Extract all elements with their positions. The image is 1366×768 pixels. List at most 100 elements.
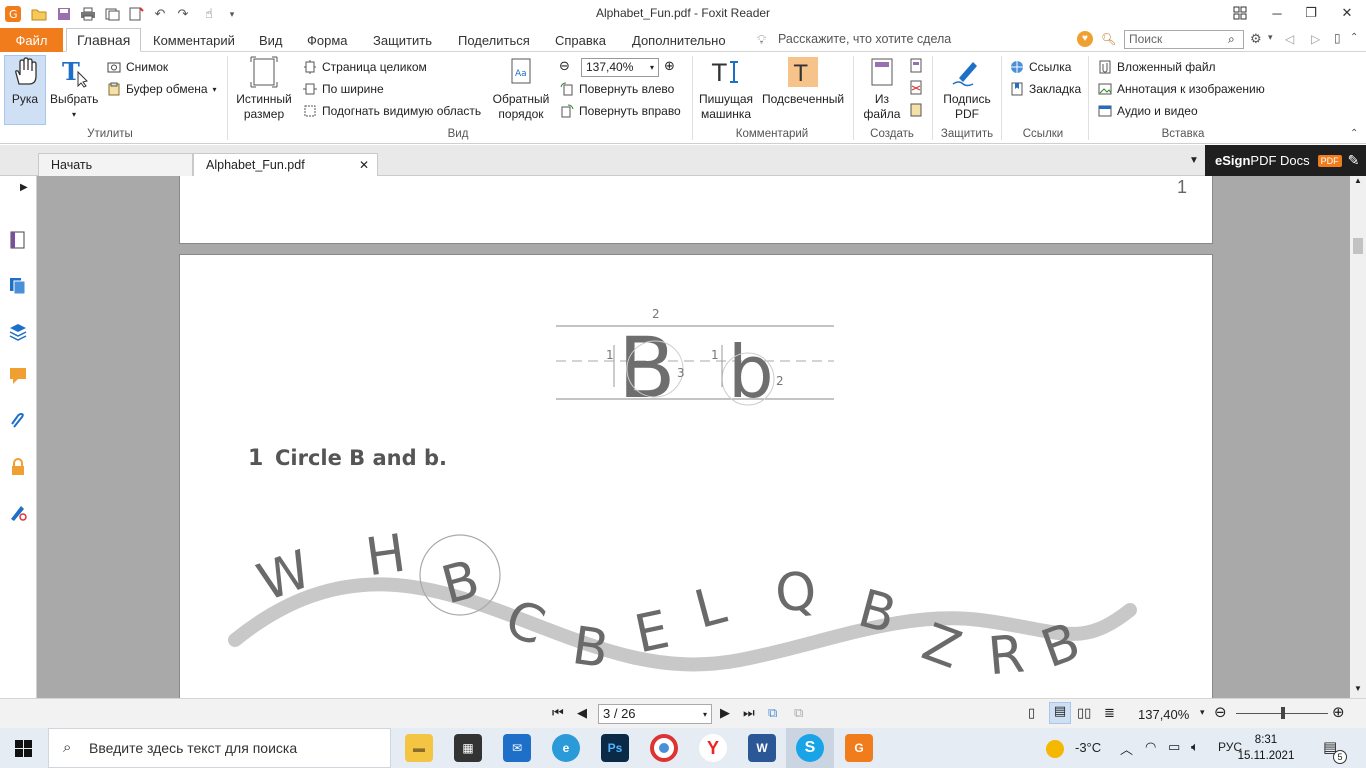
tab-form[interactable]: Форма: [307, 28, 348, 52]
zoom-slider-thumb[interactable]: [1281, 707, 1285, 719]
windows-start-icon[interactable]: [15, 740, 32, 757]
settings-dropdown-icon[interactable]: ▾: [1268, 32, 1273, 43]
hand-tool[interactable]: Рука: [6, 56, 44, 107]
microsoft-store-icon[interactable]: ▦: [454, 734, 482, 762]
word-icon[interactable]: W: [748, 734, 776, 762]
mail-icon[interactable]: ✉: [503, 734, 531, 762]
volume-icon[interactable]: 🔈︎: [1191, 739, 1199, 755]
previous-view-icon[interactable]: ⧉: [768, 705, 777, 721]
highlight-button[interactable]: T Подсвеченный: [759, 56, 847, 107]
layers-icon[interactable]: [8, 321, 28, 341]
network-icon[interactable]: ◠: [1145, 739, 1156, 755]
tab-home[interactable]: Главная: [66, 28, 142, 52]
last-page-icon[interactable]: ⏭: [743, 705, 755, 721]
fit-page-button[interactable]: Страница целиком: [303, 58, 427, 76]
comments-icon[interactable]: [8, 366, 28, 386]
security-lock-icon[interactable]: [8, 457, 28, 477]
create-blank-icon[interactable]: [908, 58, 924, 74]
clipboard-button[interactable]: Буфер обмена ▾: [107, 80, 217, 98]
system-clock[interactable]: 8:31 15.11.2021: [1236, 732, 1296, 764]
yandex-browser-icon[interactable]: Y: [699, 734, 727, 762]
edge-icon[interactable]: e: [552, 734, 580, 762]
search-icon[interactable]: ⌕: [1228, 32, 1235, 47]
select-tool[interactable]: T Выбрать ▾: [50, 56, 98, 122]
fit-width-button[interactable]: По ширине: [303, 80, 384, 98]
zoom-level-dropdown-icon[interactable]: ▾: [1200, 707, 1205, 718]
typewriter-button[interactable]: T Пишущая машинка: [697, 56, 755, 122]
page-number-input[interactable]: 3 / 26 ▾: [598, 704, 712, 724]
continuous-view-icon[interactable]: ▤: [1049, 702, 1071, 724]
fit-visible-button[interactable]: Подогнать видимую область: [303, 102, 481, 120]
menu-file[interactable]: Файл: [0, 28, 63, 52]
heart-icon[interactable]: ♥: [1077, 31, 1093, 47]
find-folder-icon[interactable]: 🔍︎: [1101, 32, 1116, 46]
rotate-right-button[interactable]: Повернуть вправо: [560, 102, 681, 120]
nav-back-icon[interactable]: ◁: [1285, 32, 1294, 46]
zoom-out-status-icon[interactable]: ⊖: [1214, 703, 1227, 721]
close-tab-icon[interactable]: ✕: [359, 158, 369, 172]
pages-icon[interactable]: [8, 276, 28, 296]
zoom-out-icon[interactable]: ⊖: [559, 58, 570, 74]
facing-view-icon[interactable]: ▯▯: [1077, 705, 1091, 721]
tab-protect[interactable]: Защитить: [373, 28, 432, 52]
next-view-icon[interactable]: ⧉: [794, 705, 803, 721]
reverse-order-button[interactable]: Aa Обратный порядок: [490, 56, 552, 122]
zoom-in-status-icon[interactable]: ⊕: [1332, 703, 1345, 721]
skype-icon[interactable]: S: [796, 734, 824, 762]
from-file-button[interactable]: Из файла: [860, 56, 904, 122]
page-thumbnails-icon[interactable]: [8, 230, 28, 250]
continuous-facing-icon[interactable]: ≣: [1104, 705, 1115, 721]
previous-page-icon[interactable]: ◀: [577, 705, 587, 721]
actual-size-button[interactable]: Истинный размер: [233, 56, 295, 122]
tabs-dropdown-icon[interactable]: ▼: [1189, 155, 1199, 166]
foxit-taskbar-icon[interactable]: G: [845, 734, 873, 762]
tell-me-box[interactable]: Расскажите, что хотите сдела: [778, 32, 951, 46]
create-from-clipboard-icon[interactable]: [908, 102, 924, 118]
signature-validation-icon[interactable]: [8, 502, 28, 522]
taskbar-search-box[interactable]: ⌕ Введите здесь текст для поиска: [48, 728, 391, 768]
document-icon[interactable]: ▯: [1334, 31, 1341, 45]
chrome-icon[interactable]: [650, 734, 678, 762]
close-button[interactable]: ✕: [1332, 3, 1362, 23]
scrollbar-thumb[interactable]: [1353, 238, 1363, 254]
scroll-down-arrow-icon[interactable]: ▼: [1354, 684, 1362, 693]
minimize-button[interactable]: ─: [1262, 3, 1292, 23]
link-button[interactable]: Ссылка: [1010, 58, 1071, 76]
settings-gear-icon[interactable]: ⚙: [1250, 31, 1262, 47]
vertical-scrollbar[interactable]: ▲ ▼: [1350, 176, 1366, 698]
restore-button[interactable]: ❐: [1296, 3, 1326, 23]
sign-pdf-button[interactable]: Подпись PDF: [937, 56, 997, 122]
tab-alphabet-fun[interactable]: Alphabet_Fun.pdf ✕: [193, 153, 378, 176]
tab-share[interactable]: Поделиться: [458, 28, 530, 52]
document-view[interactable]: 1 B b 2 1 3 1 2 1 Circle B and b. W H B …: [37, 176, 1350, 698]
single-page-view-icon[interactable]: ▯: [1028, 705, 1035, 721]
battery-icon[interactable]: ▭: [1168, 739, 1180, 755]
zoom-in-icon[interactable]: ⊕: [664, 58, 675, 74]
first-page-icon[interactable]: ⏮: [552, 705, 564, 721]
weather-sun-icon[interactable]: [1046, 740, 1064, 758]
collapse-ribbon-icon[interactable]: ⌃: [1350, 32, 1358, 43]
audio-video-button[interactable]: Аудио и видео: [1098, 102, 1198, 120]
show-hidden-icons-icon[interactable]: ︿: [1120, 739, 1133, 758]
next-page-icon[interactable]: ▶: [720, 705, 730, 721]
ribbon-collapse-icon[interactable]: ⌃: [1350, 128, 1358, 139]
create-from-scanner-icon[interactable]: [908, 80, 924, 96]
ribbon-options-icon[interactable]: [1225, 3, 1255, 23]
tab-extra[interactable]: Дополнительно: [632, 28, 726, 52]
attachments-icon[interactable]: [8, 411, 28, 431]
zoom-combo[interactable]: 137,40% ▾: [581, 58, 659, 77]
nav-forward-icon[interactable]: ▷: [1311, 32, 1320, 46]
attached-file-button[interactable]: Вложенный файл: [1098, 58, 1216, 76]
tab-comment[interactable]: Комментарий: [153, 28, 235, 52]
rotate-left-button[interactable]: Повернуть влево: [560, 80, 674, 98]
image-annotation-button[interactable]: Аннотация к изображению: [1098, 80, 1265, 98]
expand-panel-icon[interactable]: ▶: [20, 182, 28, 193]
photoshop-icon[interactable]: Ps: [601, 734, 629, 762]
tab-start[interactable]: Начать: [38, 153, 193, 176]
scroll-up-arrow-icon[interactable]: ▲: [1354, 176, 1362, 185]
weather-temp[interactable]: -3°C: [1075, 740, 1101, 755]
bookmark-button[interactable]: Закладка: [1010, 80, 1081, 98]
file-explorer-icon[interactable]: ▬: [405, 734, 433, 762]
esign-banner[interactable]: eSign PDF Docs PDF ✎: [1205, 145, 1366, 176]
tab-view[interactable]: Вид: [259, 28, 283, 52]
